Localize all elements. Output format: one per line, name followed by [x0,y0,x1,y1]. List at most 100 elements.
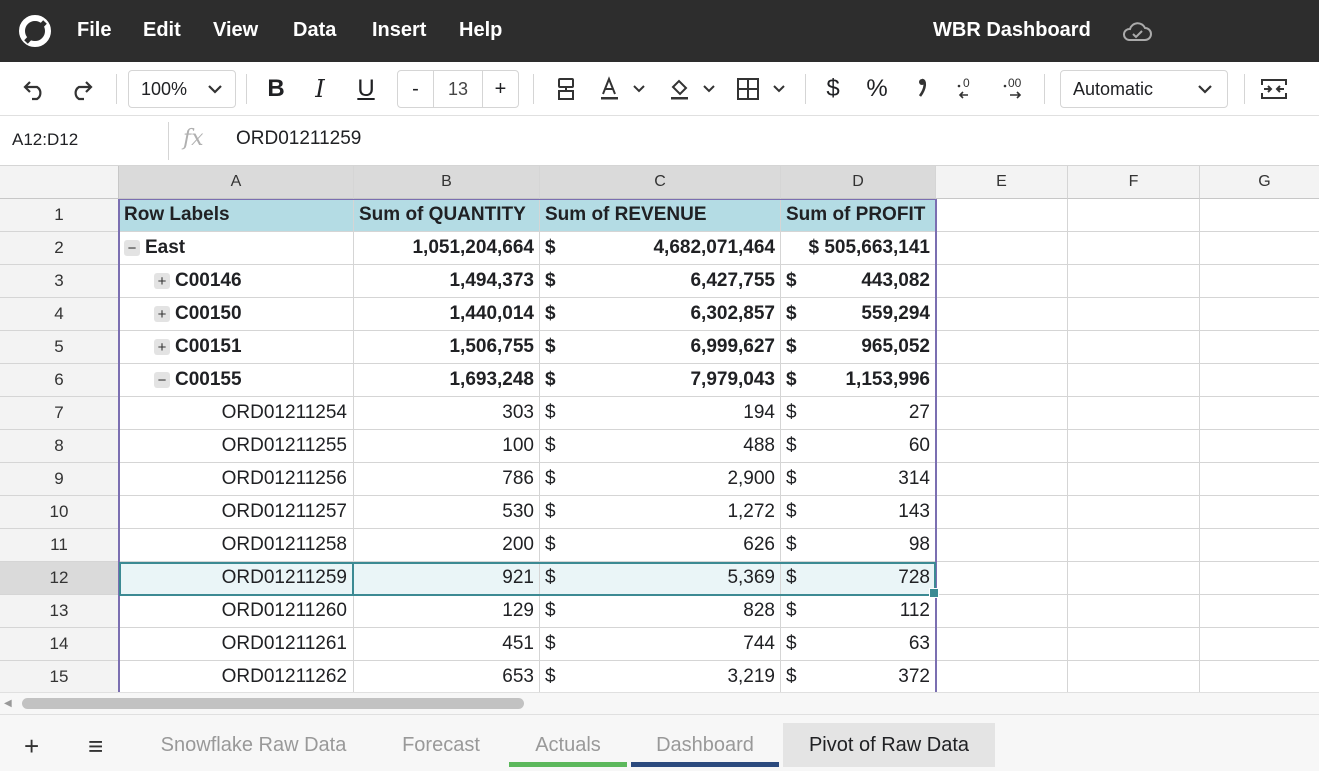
row-header-12[interactable]: 12 [0,562,119,595]
number-format-select[interactable]: Automatic [1060,70,1228,108]
revenue-cell[interactable]: $5,369 [540,562,781,595]
empty-cell[interactable] [1200,595,1319,628]
underline-button[interactable]: U [350,70,382,108]
text-color-button[interactable] [594,70,650,108]
row-label-cell[interactable]: ORD01211255 [119,430,354,463]
revenue-cell[interactable]: $6,999,627 [540,331,781,364]
column-header-e[interactable]: E [936,166,1068,199]
row-header-14[interactable]: 14 [0,628,119,661]
row-label-cell[interactable]: ORD01211262 [119,661,354,692]
empty-cell[interactable] [1068,364,1200,397]
menu-data[interactable]: Data [293,19,336,42]
revenue-cell[interactable]: $7,979,043 [540,364,781,397]
row-label-cell[interactable]: − C00155 [119,364,354,397]
profit-cell[interactable]: $443,082 [781,265,936,298]
row-header-7[interactable]: 7 [0,397,119,430]
borders-button[interactable] [732,70,790,108]
fill-handle[interactable] [929,588,939,598]
quantity-cell[interactable]: 1,051,204,664 [354,232,540,265]
profit-cell[interactable]: $112 [781,595,936,628]
sheet-tab[interactable]: Dashboard [631,723,779,767]
fill-color-button[interactable] [664,70,720,108]
empty-cell[interactable] [936,562,1068,595]
empty-cell[interactable] [1068,595,1200,628]
select-all-corner[interactable] [0,166,119,199]
menu-view[interactable]: View [213,19,258,42]
row-label-cell[interactable]: ORD01211258 [119,529,354,562]
quantity-cell[interactable]: 1,440,014 [354,298,540,331]
empty-cell[interactable] [1068,331,1200,364]
revenue-cell[interactable]: $194 [540,397,781,430]
empty-cell[interactable] [1068,430,1200,463]
increase-decimal-button[interactable]: 00 [998,70,1030,108]
empty-cell[interactable] [936,529,1068,562]
row-header-3[interactable]: 3 [0,265,119,298]
expand-icon[interactable]: + [154,306,170,322]
row-header-15[interactable]: 15 [0,661,119,692]
column-header-d[interactable]: D [781,166,936,199]
empty-cell[interactable] [936,364,1068,397]
pivot-header-cell[interactable]: Sum of REVENUE [540,199,781,232]
profit-cell[interactable]: $965,052 [781,331,936,364]
quantity-cell[interactable]: 303 [354,397,540,430]
empty-cell[interactable] [1068,463,1200,496]
empty-cell[interactable] [1200,199,1319,232]
row-header-9[interactable]: 9 [0,463,119,496]
expand-icon[interactable]: + [154,273,170,289]
row-label-cell[interactable]: ORD01211256 [119,463,354,496]
row-label-cell[interactable]: ORD01211254 [119,397,354,430]
empty-cell[interactable] [1200,232,1319,265]
revenue-cell[interactable]: $1,272 [540,496,781,529]
profit-cell[interactable]: $728 [781,562,936,595]
font-size-increase-button[interactable]: + [482,71,518,107]
row-label-cell[interactable]: + C00151 [119,331,354,364]
row-label-cell[interactable]: ORD01211261 [119,628,354,661]
revenue-cell[interactable]: $4,682,071,464 [540,232,781,265]
percent-format-button[interactable]: % [862,70,892,108]
add-sheet-button[interactable]: + [24,731,39,762]
paint-format-button[interactable] [550,70,582,108]
empty-cell[interactable] [936,298,1068,331]
redo-button[interactable] [64,70,98,108]
row-header-10[interactable]: 10 [0,496,119,529]
row-header-8[interactable]: 8 [0,430,119,463]
empty-cell[interactable] [936,463,1068,496]
row-header-11[interactable]: 11 [0,529,119,562]
empty-cell[interactable] [1200,265,1319,298]
font-size-decrease-button[interactable]: - [398,71,434,107]
formula-input[interactable]: ORD01211259 [236,128,361,150]
empty-cell[interactable] [936,430,1068,463]
empty-cell[interactable] [1200,661,1319,692]
decrease-decimal-button[interactable]: 0 [952,70,982,108]
quantity-cell[interactable]: 100 [354,430,540,463]
column-header-a[interactable]: A [119,166,354,199]
row-header-2[interactable]: 2 [0,232,119,265]
profit-cell[interactable]: $559,294 [781,298,936,331]
menu-insert[interactable]: Insert [372,19,426,42]
profit-cell[interactable]: $143 [781,496,936,529]
empty-cell[interactable] [1200,298,1319,331]
row-header-5[interactable]: 5 [0,331,119,364]
revenue-cell[interactable]: $626 [540,529,781,562]
sheet-tab[interactable]: Actuals [509,723,627,767]
empty-cell[interactable] [1200,430,1319,463]
name-box[interactable]: A12:D12 [12,130,78,150]
bold-button[interactable]: B [260,70,292,108]
row-header-13[interactable]: 13 [0,595,119,628]
quantity-cell[interactable]: 530 [354,496,540,529]
empty-cell[interactable] [1200,628,1319,661]
empty-cell[interactable] [936,232,1068,265]
quantity-cell[interactable]: 451 [354,628,540,661]
empty-cell[interactable] [1200,529,1319,562]
row-header-6[interactable]: 6 [0,364,119,397]
row-label-cell[interactable]: ORD01211260 [119,595,354,628]
document-title[interactable]: WBR Dashboard [933,19,1091,42]
empty-cell[interactable] [1068,199,1200,232]
row-label-cell[interactable]: ORD01211259 [119,562,354,595]
column-header-c[interactable]: C [540,166,781,199]
empty-cell[interactable] [1200,562,1319,595]
row-label-cell[interactable]: + C00146 [119,265,354,298]
comma-format-button[interactable] [908,70,936,108]
revenue-cell[interactable]: $828 [540,595,781,628]
sheet-tab[interactable]: Forecast [385,723,497,767]
